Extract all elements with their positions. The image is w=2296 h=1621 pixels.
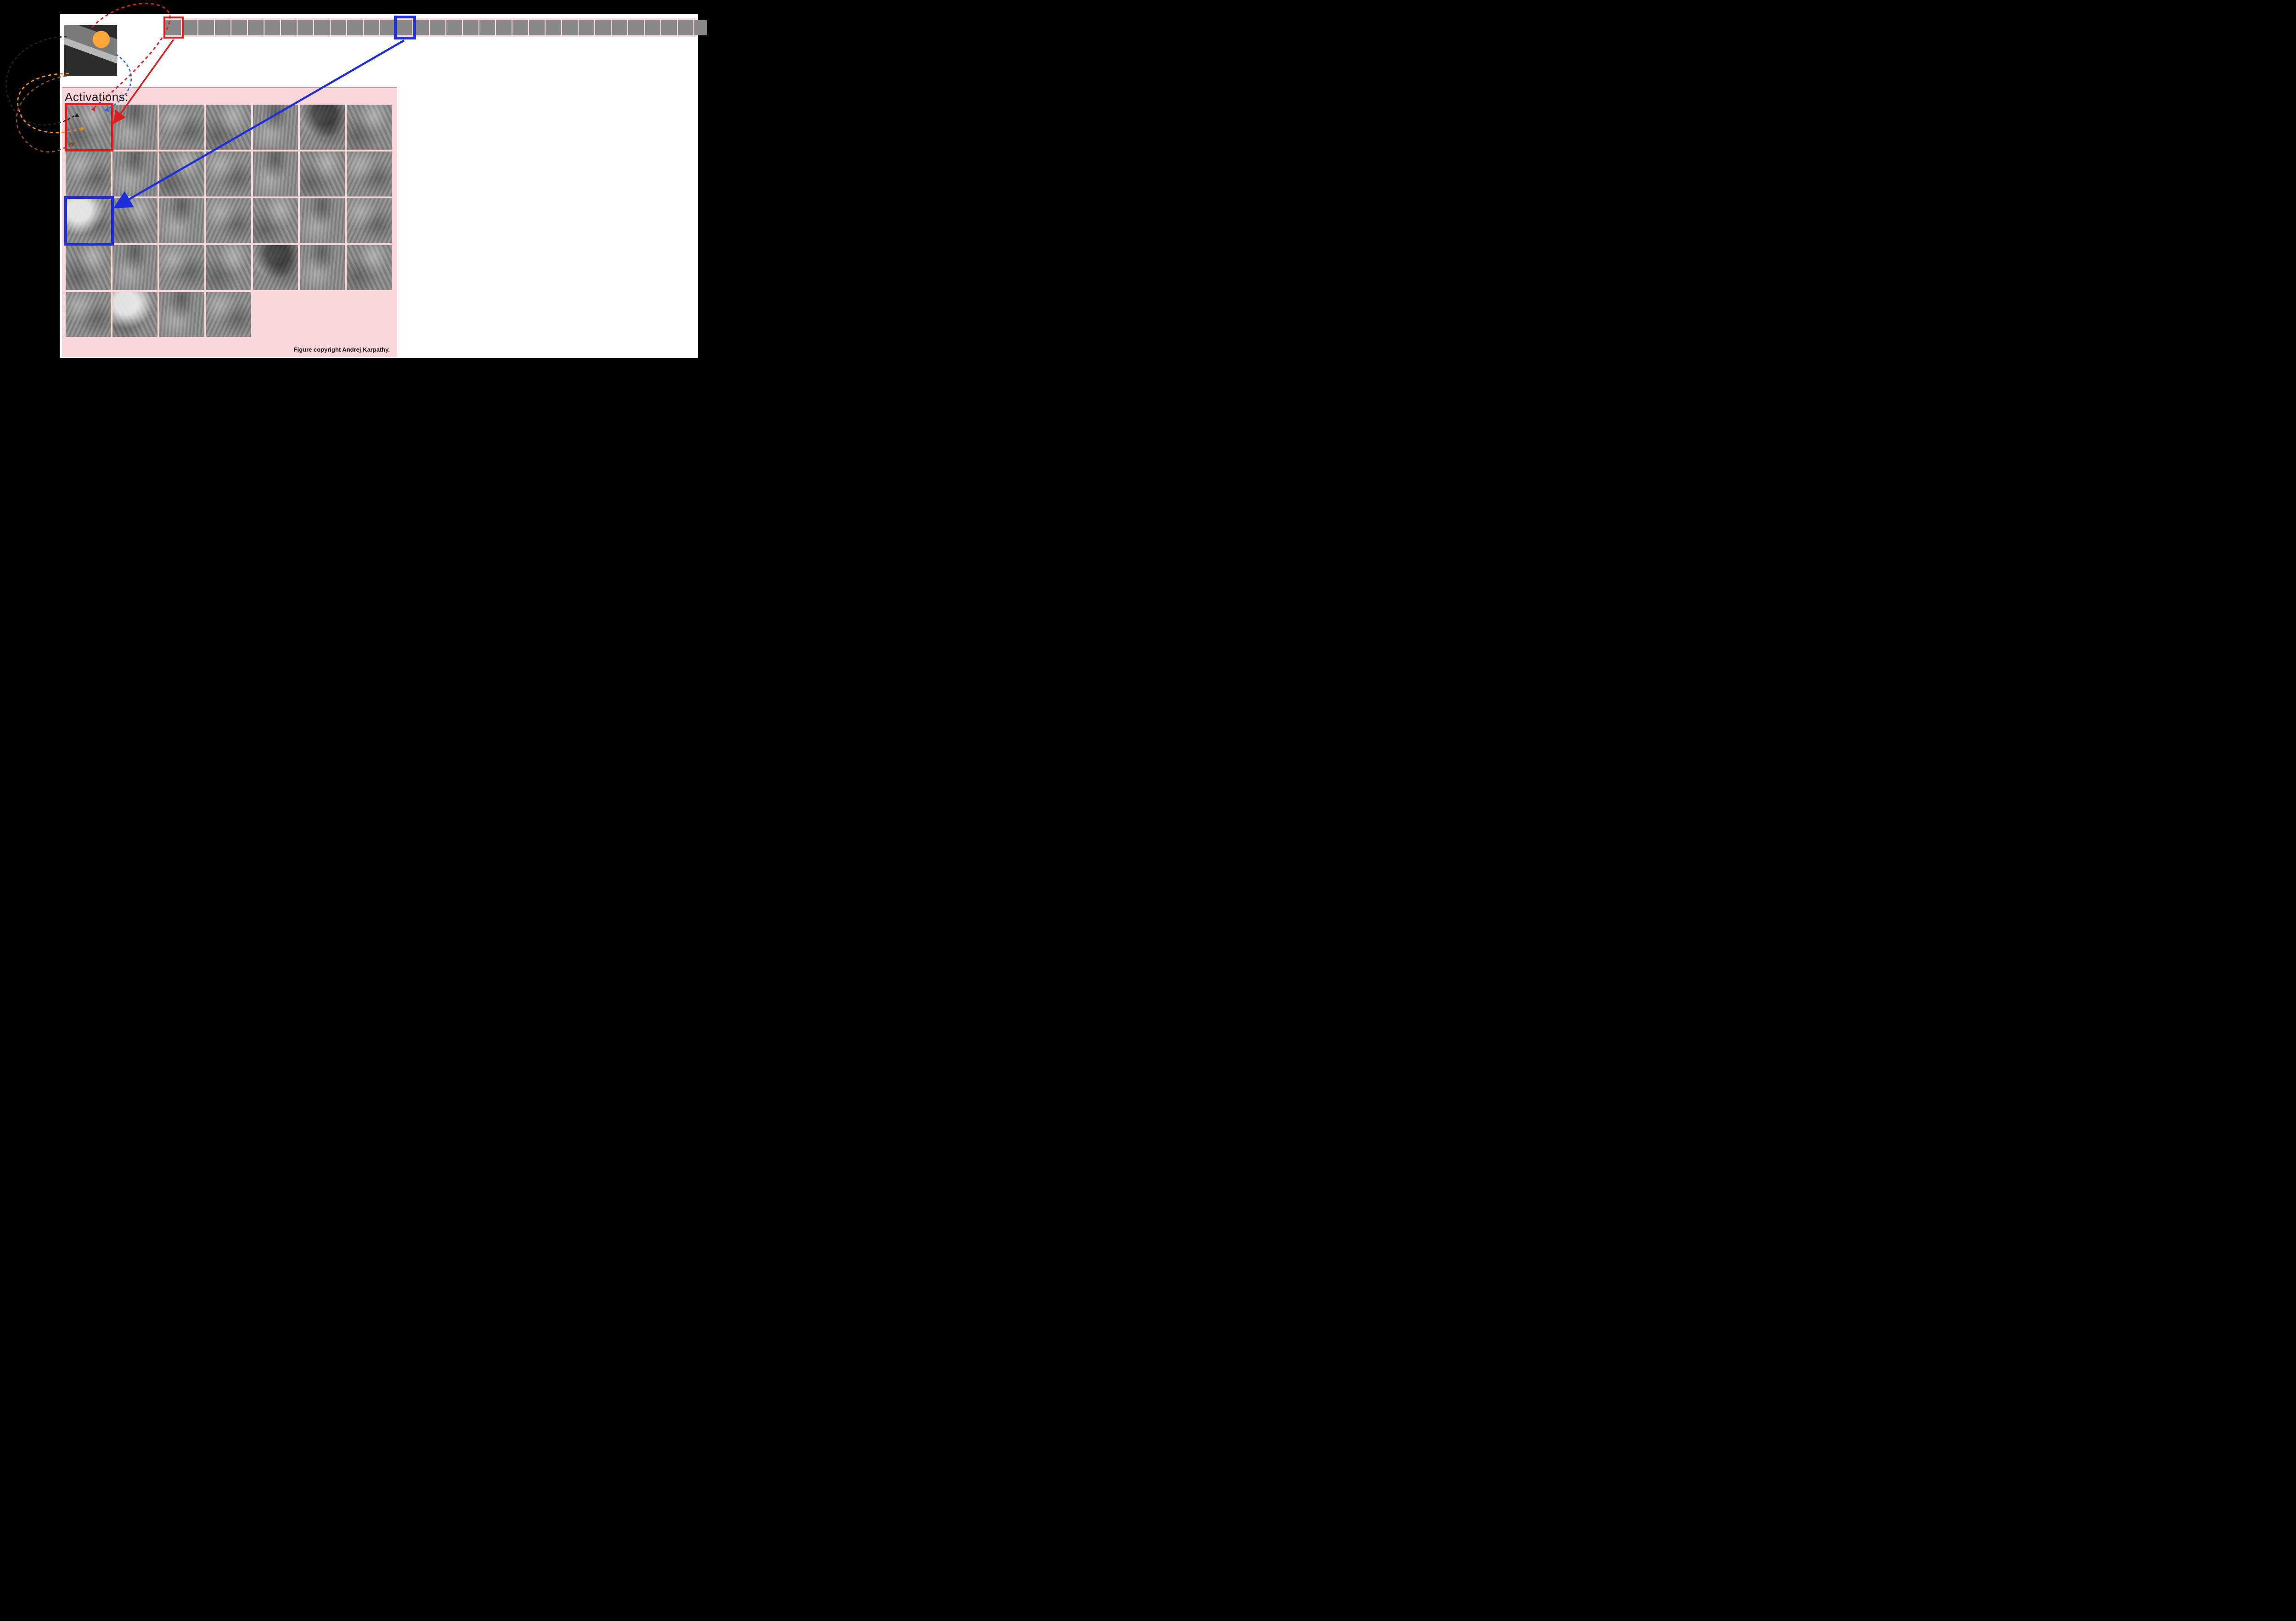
activation-26	[300, 245, 345, 290]
activation-15	[113, 198, 158, 243]
filter-31	[678, 20, 693, 35]
filter-2	[198, 20, 214, 35]
filter-32	[694, 20, 707, 35]
filter-6	[264, 20, 280, 35]
figure-stage: Activations:	[0, 0, 707, 363]
activation-6	[347, 105, 392, 150]
activation-30	[159, 292, 204, 337]
input-image-thumbnail	[64, 25, 117, 76]
figure-caption: Figure copyright Andrej Karpathy.	[294, 346, 390, 353]
filter-18	[463, 20, 478, 35]
filter-27	[612, 20, 627, 35]
activation-19	[300, 198, 345, 243]
activation-20	[347, 198, 392, 243]
filter-20	[496, 20, 512, 35]
filter-16	[430, 20, 445, 35]
filter-29	[645, 20, 660, 35]
activation-13	[347, 151, 392, 196]
filter-8	[298, 20, 313, 35]
filter-4	[231, 20, 247, 35]
activation-5	[300, 105, 345, 150]
activation-9	[159, 151, 204, 196]
filter-0	[165, 20, 181, 35]
filter-26	[595, 20, 611, 35]
filter-24	[562, 20, 578, 35]
activation-2	[159, 105, 204, 150]
activation-10	[206, 151, 251, 196]
filter-22	[529, 20, 545, 35]
filter-3	[215, 20, 231, 35]
filter-11	[347, 20, 363, 35]
activation-31	[206, 292, 251, 337]
activation-17	[206, 198, 251, 243]
filter-19	[479, 20, 495, 35]
activation-1	[113, 105, 158, 150]
filter-13	[380, 20, 396, 35]
activation-4	[253, 105, 298, 150]
activations-panel: Activations:	[62, 87, 397, 357]
filter-17	[446, 20, 462, 35]
activation-23	[159, 245, 204, 290]
activation-16	[159, 198, 204, 243]
activations-title: Activations:	[65, 90, 129, 104]
filter-7	[281, 20, 297, 35]
activation-21	[66, 245, 111, 290]
activation-28	[66, 292, 111, 337]
activation-25	[253, 245, 298, 290]
activation-24	[206, 245, 251, 290]
filter-12	[364, 20, 379, 35]
activation-29	[113, 292, 158, 337]
filter-21	[512, 20, 528, 35]
filter-28	[628, 20, 644, 35]
filter-strip	[164, 18, 697, 37]
activation-27	[347, 245, 392, 290]
filter-5	[248, 20, 264, 35]
filter-15	[413, 20, 429, 35]
filter-10	[331, 20, 346, 35]
filter-25	[579, 20, 594, 35]
activation-11	[253, 151, 298, 196]
activation-22	[113, 245, 158, 290]
activation-3	[206, 105, 251, 150]
filter-30	[661, 20, 677, 35]
activation-0	[66, 105, 111, 150]
filter-9	[314, 20, 330, 35]
activation-7	[66, 151, 111, 196]
activation-8	[113, 151, 158, 196]
filter-14	[397, 20, 412, 35]
activations-grid	[66, 105, 392, 337]
activation-14	[66, 198, 111, 243]
filter-1	[182, 20, 197, 35]
filter-23	[546, 20, 561, 35]
activation-12	[300, 151, 345, 196]
activation-18	[253, 198, 298, 243]
